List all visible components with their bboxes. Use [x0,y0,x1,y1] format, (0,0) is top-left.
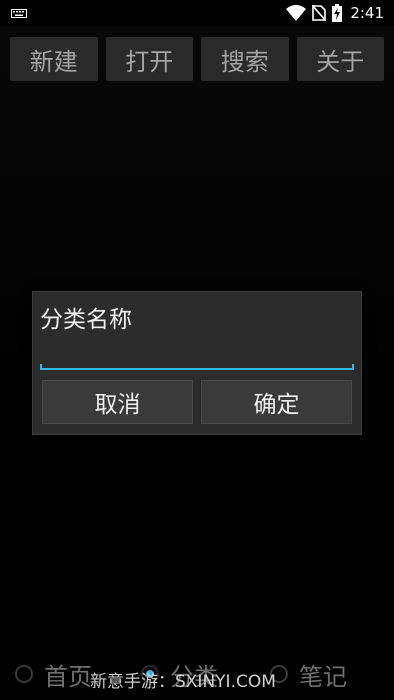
about-button[interactable]: 关于 [296,37,384,81]
cancel-button[interactable]: 取消 [42,380,193,424]
category-name-input[interactable] [40,342,354,370]
search-button[interactable]: 搜索 [201,37,289,81]
dialog-title: 分类名称 [40,307,132,333]
status-time: 2:41 [350,4,384,22]
toolbar: 新建 打开 搜索 关于 [10,37,384,81]
open-button[interactable]: 打开 [105,37,193,81]
status-icons: 2:41 [286,3,384,23]
new-button[interactable]: 新建 [10,37,98,81]
home-radio[interactable] [15,665,33,683]
watermark-text: 新意手游：SXINYI.COM [90,672,276,692]
tab-home-label[interactable]: 首页 [44,657,92,692]
input-underline-left-tick [40,364,42,370]
ok-button[interactable]: 确定 [201,380,352,424]
tab-notes-label[interactable]: 笔记 [299,657,347,692]
battery-charging-icon [332,4,343,22]
no-sim-icon [312,5,327,21]
keyboard-icon [11,9,27,18]
category-name-dialog: 分类名称 取消 确定 [32,291,362,435]
status-bar: 2:41 [0,0,394,26]
input-underline-right-tick [352,364,354,370]
wifi-icon [286,5,307,21]
app-screen: 2:41 新建 打开 搜索 关于 分类名称 取消 确定 首页 分类 笔记 新意手… [0,0,394,700]
